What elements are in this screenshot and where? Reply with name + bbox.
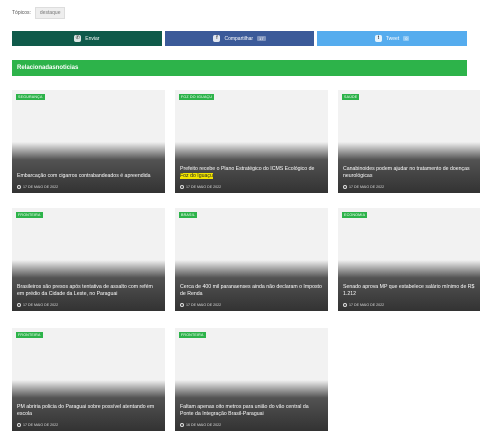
category-badge[interactable]: FOZ DO IGUAÇU: [179, 94, 215, 100]
twitter-share-label: Tweet: [385, 35, 400, 42]
twitter-share-count: 0: [403, 36, 410, 41]
clock-icon: [343, 185, 347, 189]
news-card[interactable]: FRONTEIRA Brasileiros são presos após te…: [12, 208, 165, 311]
category-badge[interactable]: FRONTEIRA: [179, 332, 206, 338]
clock-icon: [17, 423, 21, 427]
share-row: ✆ Enviar f Compartilhar 17 t Tweet 0: [12, 31, 468, 46]
category-badge[interactable]: FRONTEIRA: [16, 212, 43, 218]
whatsapp-share-label: Enviar: [85, 35, 100, 42]
clock-icon: [17, 185, 21, 189]
news-card[interactable]: SAÚDE Canabinoides podem ajudar no trata…: [338, 90, 480, 193]
clock-icon: [180, 185, 184, 189]
news-card[interactable]: BRASIL Cerca de 400 mil paranaenses aind…: [175, 208, 328, 311]
news-title[interactable]: Senado aprova MP que estabelece salário …: [343, 284, 480, 298]
news-title[interactable]: Cerca de 400 mil paranaenses ainda não d…: [180, 284, 323, 298]
facebook-share-button[interactable]: f Compartilhar 17: [164, 31, 315, 46]
twitter-share-button[interactable]: t Tweet 0: [317, 31, 468, 46]
news-title[interactable]: Prefeito recebe o Plano Estratégico do I…: [180, 166, 323, 180]
news-title[interactable]: Brasileiros são presos após tentativa de…: [17, 284, 160, 298]
category-badge[interactable]: SAÚDE: [342, 94, 360, 100]
news-card[interactable]: ECONOMIA Senado aprova MP que estabelece…: [338, 208, 480, 311]
whatsapp-icon: ✆: [74, 35, 82, 42]
tags-row: Tópicos: destaque: [12, 7, 66, 19]
category-badge[interactable]: SEGURANÇA: [16, 94, 45, 100]
tags-label: Tópicos:: [12, 10, 31, 16]
news-date: 17 DE MAIO DE 2022: [180, 303, 221, 307]
news-date: 16 DE MAIO DE 2022: [180, 423, 221, 427]
facebook-share-count: 17: [257, 36, 266, 41]
category-badge[interactable]: FRONTEIRA: [16, 332, 43, 338]
news-card[interactable]: FRONTEIRA PM abriria policia do Paraguai…: [12, 328, 165, 431]
news-title[interactable]: Canabinoides podem ajudar no tratamento …: [343, 166, 480, 180]
category-badge[interactable]: ECONOMIA: [342, 212, 368, 218]
whatsapp-share-button[interactable]: ✆ Enviar: [12, 31, 162, 46]
news-date: 17 DE MAIO DE 2022: [343, 185, 384, 189]
news-title[interactable]: Faltam apenas oito metros para união do …: [180, 404, 323, 418]
news-date: 17 DE MAIO DE 2022: [17, 185, 58, 189]
news-date: 17 DE MAIO DE 2022: [343, 303, 384, 307]
news-title[interactable]: Embarcação com cigarros contrabandeados …: [17, 173, 160, 180]
highlighted-term: Foz do Iguaçu: [180, 173, 213, 179]
clock-icon: [180, 423, 184, 427]
tag-chip-destaque[interactable]: destaque: [34, 7, 66, 19]
news-date: 17 DE MAIO DE 2022: [180, 185, 221, 189]
news-date: 17 DE MAIO DE 2022: [17, 423, 58, 427]
clock-icon: [343, 303, 347, 307]
related-news-header: Relacionadasnoticias: [12, 60, 467, 76]
related-news-title: Relacionadasnoticias: [17, 65, 79, 71]
facebook-share-label: Compartilhar: [224, 35, 254, 42]
category-badge[interactable]: BRASIL: [179, 212, 197, 218]
news-title[interactable]: PM abriria policia do Paraguai sobre pos…: [17, 404, 160, 418]
twitter-icon: t: [374, 35, 382, 42]
news-card[interactable]: SEGURANÇA Embarcação com cigarros contra…: [12, 90, 165, 193]
clock-icon: [17, 303, 21, 307]
news-card[interactable]: FRONTEIRA Faltam apenas oito metros para…: [175, 328, 328, 431]
news-card[interactable]: FOZ DO IGUAÇU Prefeito recebe o Plano Es…: [175, 90, 328, 193]
clock-icon: [180, 303, 184, 307]
facebook-icon: f: [213, 35, 221, 42]
news-date: 17 DE MAIO DE 2022: [17, 303, 58, 307]
